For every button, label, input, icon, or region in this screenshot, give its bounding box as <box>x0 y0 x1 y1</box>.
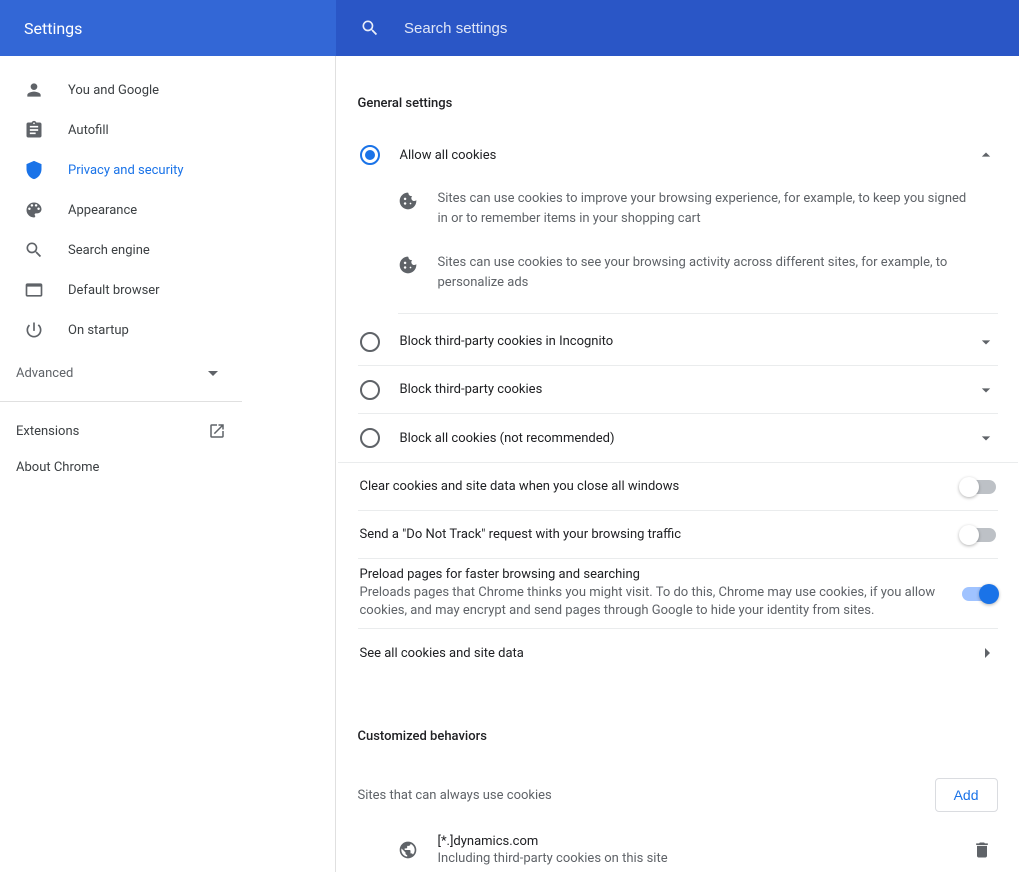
chevron-down-icon <box>976 380 996 400</box>
sidebar-item-label: Autofill <box>68 123 109 138</box>
sidebar-extensions[interactable]: Extensions <box>0 412 242 450</box>
switch[interactable] <box>962 587 996 601</box>
option-label: Block third-party cookies in Incognito <box>400 334 976 349</box>
link-label: See all cookies and site data <box>360 646 985 661</box>
option-allow-all-cookies[interactable]: Allow all cookies <box>358 131 998 179</box>
option-label: Allow all cookies <box>400 148 976 163</box>
toggle-label: Preload pages for faster browsing and se… <box>360 567 946 582</box>
sidebar-item-label: Appearance <box>68 203 137 218</box>
sidebar-item-appearance[interactable]: Appearance <box>0 190 335 230</box>
radio-selected-icon <box>360 145 380 165</box>
extensions-label: Extensions <box>16 424 79 439</box>
toggle-label: Send a "Do Not Track" request with your … <box>360 527 946 542</box>
trash-icon[interactable] <box>972 840 992 860</box>
chevron-down-icon <box>976 428 996 448</box>
option-block-all-cookies[interactable]: Block all cookies (not recommended) <box>358 414 998 462</box>
switch[interactable] <box>962 528 996 542</box>
link-see-all-cookies[interactable]: See all cookies and site data <box>358 629 998 677</box>
cookie-icon <box>398 255 418 275</box>
power-icon <box>24 320 44 340</box>
toggle-sublabel: Preloads pages that Chrome thinks you mi… <box>360 584 946 620</box>
option-label: Block all cookies (not recommended) <box>400 431 976 446</box>
radio-icon <box>360 380 380 400</box>
toggle-clear-cookies-on-close[interactable]: Clear cookies and site data when you clo… <box>358 463 998 511</box>
sidebar-item-label: On startup <box>68 323 129 338</box>
sidebar: You and Google Autofill Privacy and secu… <box>0 56 336 872</box>
sidebar-item-label: Default browser <box>68 283 160 298</box>
globe-icon <box>398 840 418 860</box>
radio-icon <box>360 428 380 448</box>
section-customized-behaviors: Customized behaviors <box>358 729 998 744</box>
sidebar-item-on-startup[interactable]: On startup <box>0 310 335 350</box>
site-name: [*.]dynamics.com <box>438 834 972 849</box>
sidebar-item-label: Search engine <box>68 243 150 258</box>
settings-title: Settings <box>0 0 336 56</box>
divider <box>398 313 998 314</box>
chevron-up-icon <box>976 145 996 165</box>
chevron-down-icon <box>208 371 218 376</box>
chevron-down-icon <box>976 332 996 352</box>
shield-icon <box>24 160 44 180</box>
sidebar-item-privacy-security[interactable]: Privacy and security <box>0 150 335 190</box>
sidebar-advanced[interactable]: Advanced <box>0 350 242 397</box>
section-general-settings: General settings <box>358 96 998 111</box>
search-icon <box>24 240 44 260</box>
always-allow-label: Sites that can always use cookies <box>358 788 552 803</box>
clipboard-icon <box>24 120 44 140</box>
toggle-preload-pages[interactable]: Preload pages for faster browsing and se… <box>358 559 998 629</box>
advanced-label: Advanced <box>16 366 73 381</box>
radio-icon <box>360 332 380 352</box>
option-block-third-party[interactable]: Block third-party cookies <box>358 366 998 414</box>
sidebar-item-label: Privacy and security <box>68 163 184 178</box>
toggle-label: Clear cookies and site data when you clo… <box>360 479 946 494</box>
option-block-third-party-incognito[interactable]: Block third-party cookies in Incognito <box>358 318 998 366</box>
content-area: General settings Allow all cookies Sites… <box>336 56 1019 872</box>
sidebar-item-search-engine[interactable]: Search engine <box>0 230 335 270</box>
open-in-new-icon <box>208 422 226 440</box>
option-description: Sites can use cookies to see your browsi… <box>438 253 978 293</box>
arrow-right-icon <box>985 648 990 658</box>
palette-icon <box>24 200 44 220</box>
sidebar-item-autofill[interactable]: Autofill <box>0 110 335 150</box>
site-sublabel: Including third-party cookies on this si… <box>438 851 972 866</box>
sidebar-item-label: You and Google <box>68 83 159 98</box>
person-icon <box>24 80 44 100</box>
add-button[interactable]: Add <box>935 778 998 812</box>
about-label: About Chrome <box>16 460 99 475</box>
toggle-do-not-track[interactable]: Send a "Do Not Track" request with your … <box>358 511 998 559</box>
search-icon <box>360 18 380 38</box>
option-description: Sites can use cookies to improve your br… <box>438 189 978 229</box>
switch[interactable] <box>962 480 996 494</box>
option-label: Block third-party cookies <box>400 382 976 397</box>
site-row: [*.]dynamics.com Including third-party c… <box>358 828 998 872</box>
sidebar-item-default-browser[interactable]: Default browser <box>0 270 335 310</box>
sidebar-item-you-and-google[interactable]: You and Google <box>0 70 335 110</box>
cookie-icon <box>398 191 418 211</box>
divider <box>0 401 242 402</box>
sidebar-about-chrome[interactable]: About Chrome <box>0 450 242 485</box>
search-input[interactable] <box>404 20 804 37</box>
browser-icon <box>24 280 44 300</box>
